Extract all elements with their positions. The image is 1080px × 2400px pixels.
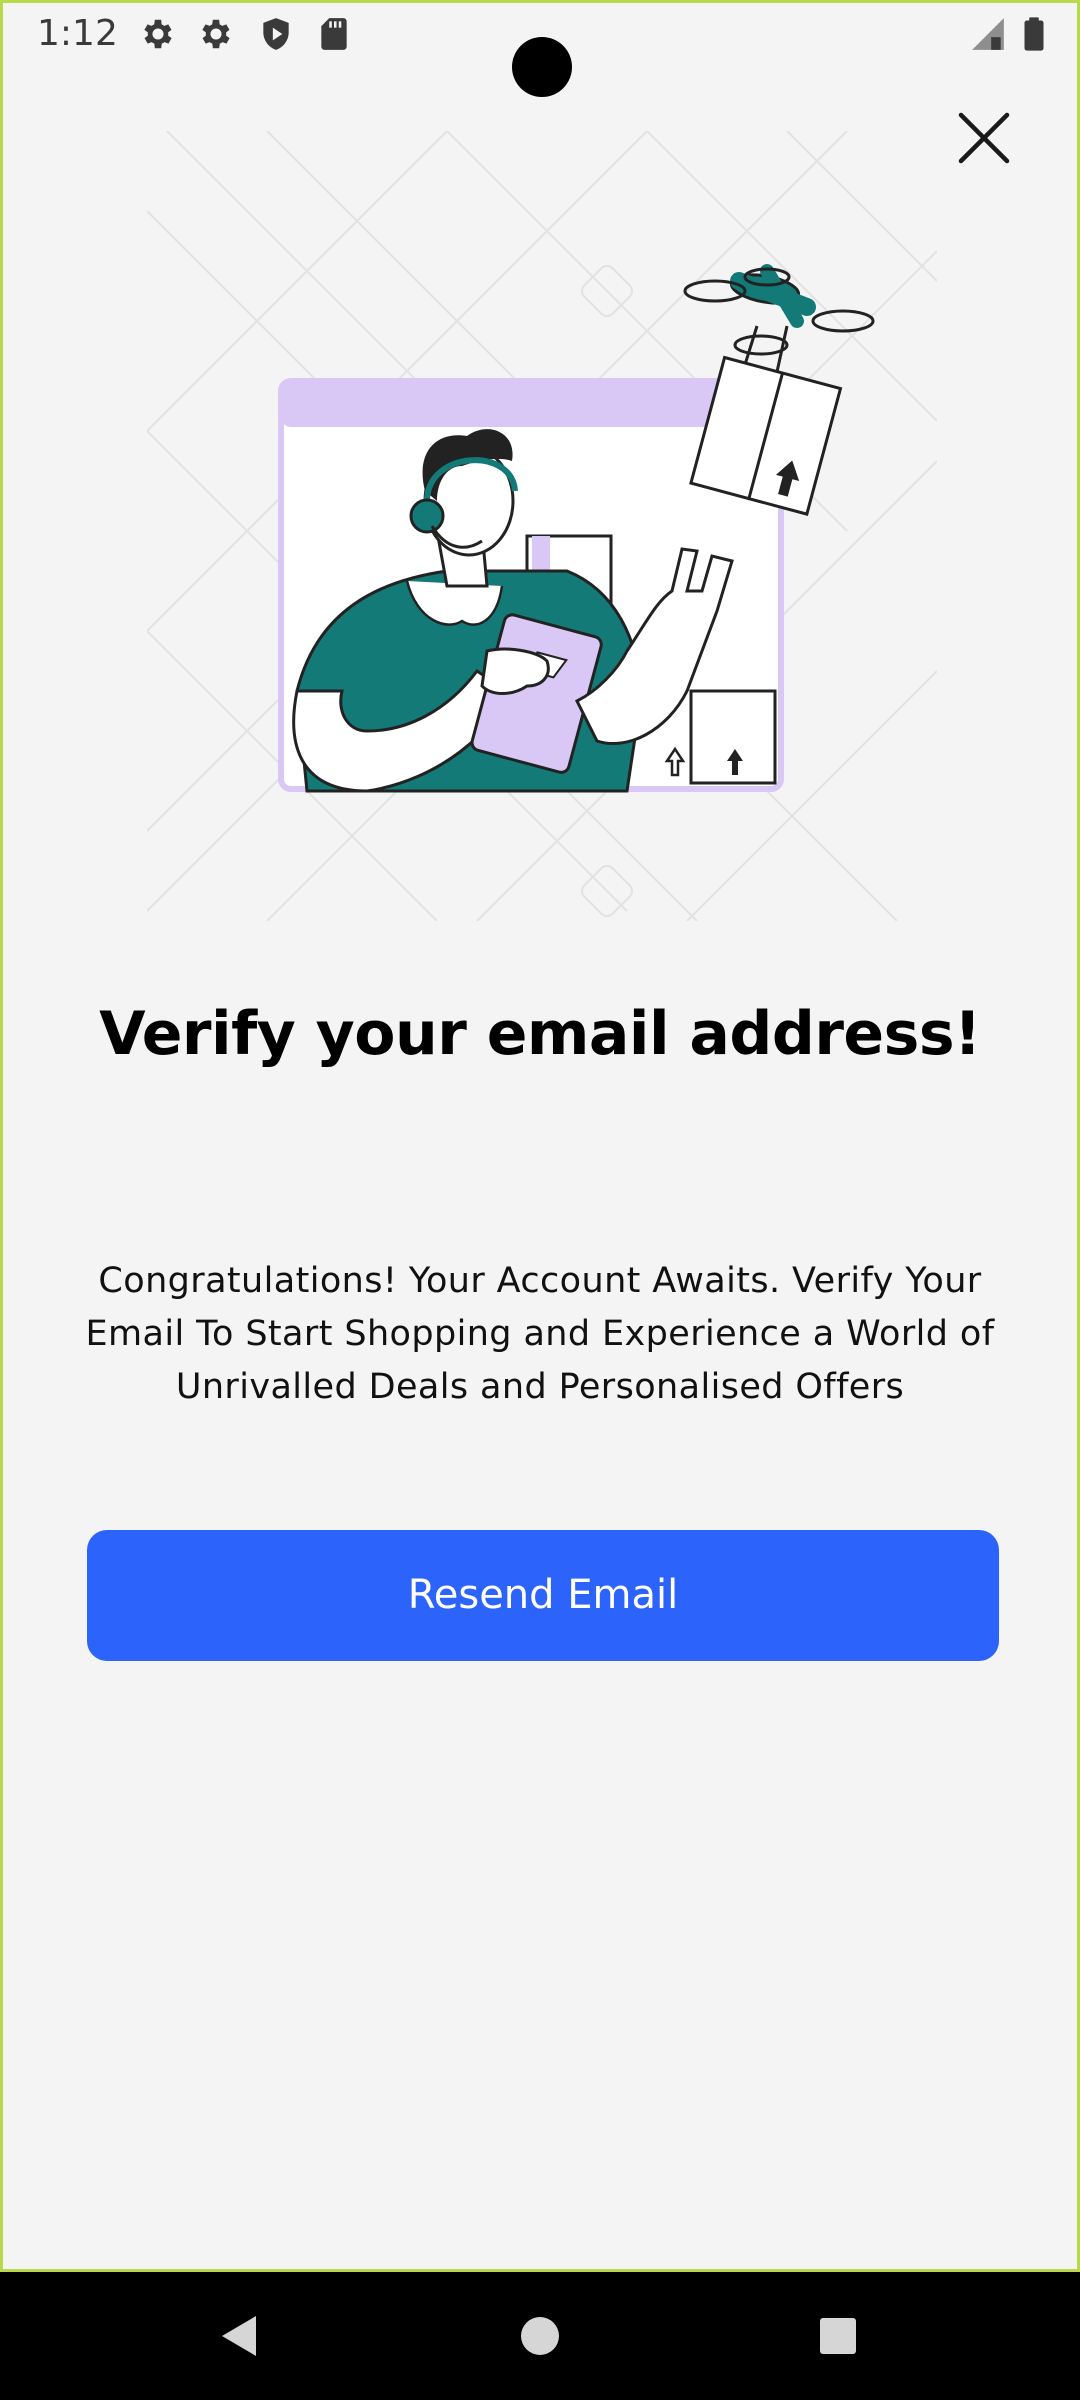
page-title: Verify your email address!: [99, 999, 981, 1069]
sd-card-icon: [321, 18, 347, 50]
status-time: 1:12: [37, 13, 118, 54]
recents-icon[interactable]: [808, 2306, 868, 2366]
settings-gear-icon: [202, 19, 230, 49]
delivery-support-illustration: [147, 131, 937, 921]
system-nav-bar: [0, 2272, 1080, 2400]
settings-gear-icon: [144, 19, 172, 49]
drone: [683, 264, 875, 382]
close-icon[interactable]: [949, 103, 1019, 173]
shield-play-icon: [263, 18, 289, 50]
battery-icon: [1024, 17, 1044, 51]
signal-icon: [972, 18, 1004, 50]
home-icon[interactable]: [510, 2306, 570, 2366]
back-icon[interactable]: [208, 2306, 268, 2366]
description-text: Congratulations! Your Account Awaits. Ve…: [85, 1261, 995, 1407]
camera-cutout: [512, 37, 572, 97]
resend-email-button[interactable]: Resend Email: [87, 1530, 999, 1661]
verify-email-screen: 1:12 Verify your email address! Congratu…: [0, 0, 1080, 2272]
